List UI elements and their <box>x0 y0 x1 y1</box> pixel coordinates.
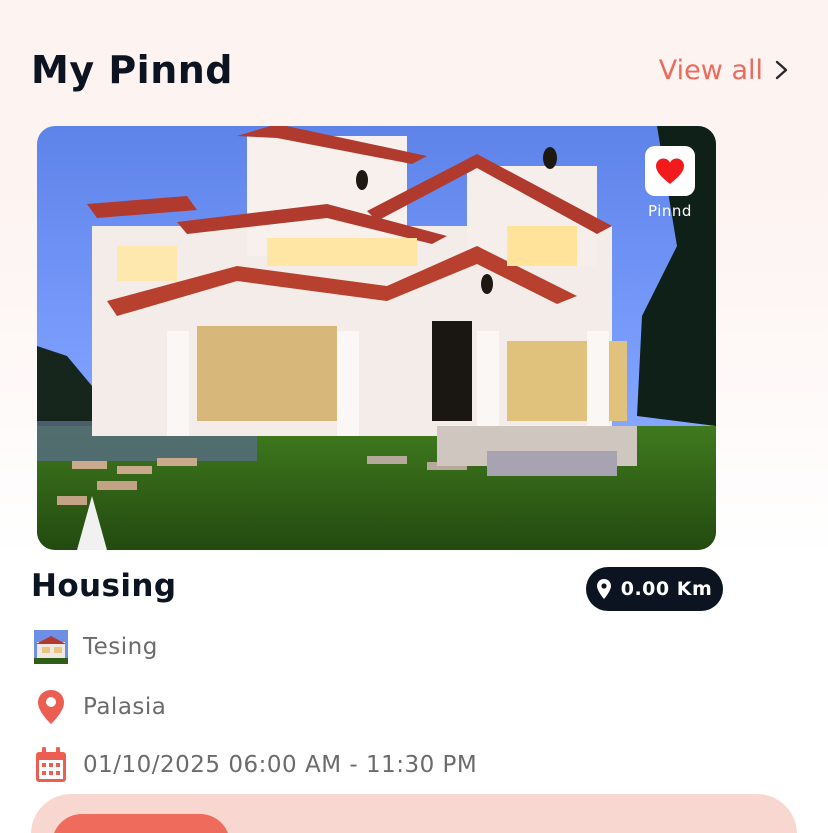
calendar-icon <box>36 747 66 782</box>
location-pin-icon <box>38 690 64 724</box>
chevron-right-icon <box>775 60 788 80</box>
location-name: Palasia <box>83 694 167 720</box>
location-row: Palasia <box>34 688 166 726</box>
favorite-badge[interactable]: Pinnd <box>645 146 695 220</box>
heart-icon <box>656 158 684 184</box>
section-title: My Pinnd <box>31 48 233 92</box>
event-datetime: 01/10/2025 06:00 AM - 11:30 PM <box>83 752 478 778</box>
distance-badge: 0.00 Km <box>586 567 723 611</box>
section-header: My Pinnd View all <box>31 44 791 96</box>
organizer-avatar <box>34 630 68 664</box>
datetime-row: 01/10/2025 06:00 AM - 11:30 PM <box>34 746 477 784</box>
organizer-row: Tesing <box>34 630 158 664</box>
house-photo <box>37 126 716 550</box>
view-all-label: View all <box>658 54 763 86</box>
action-button[interactable] <box>52 814 230 833</box>
favorite-label: Pinnd <box>648 202 692 220</box>
organizer-name: Tesing <box>83 634 158 660</box>
view-all-link[interactable]: View all <box>659 55 791 86</box>
favorite-button[interactable] <box>645 146 695 196</box>
distance-value: 0.00 Km <box>620 578 713 600</box>
location-pin-icon <box>596 579 611 599</box>
listing-title: Housing <box>31 568 177 604</box>
listing-image[interactable]: Pinnd <box>37 126 716 550</box>
